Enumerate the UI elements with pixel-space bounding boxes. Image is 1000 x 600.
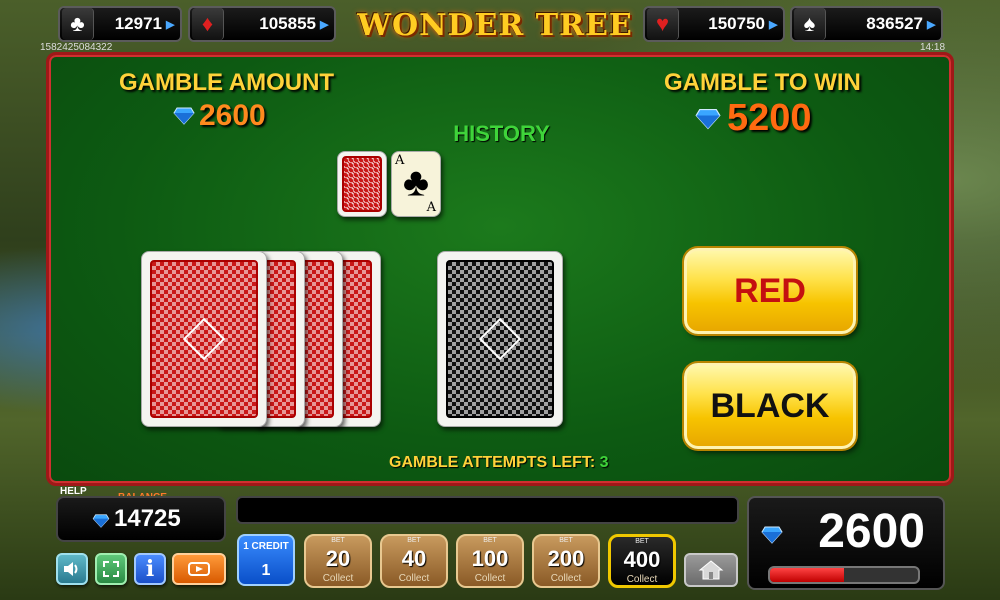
bet-button-400[interactable]: BET 400 Collect — [608, 534, 676, 588]
bet-value: 200 — [547, 546, 585, 571]
autoplay-button[interactable] — [172, 553, 226, 585]
info-icon: i — [145, 556, 155, 582]
win-value: 2600 — [818, 505, 925, 558]
black-button[interactable]: BLACK — [684, 363, 856, 449]
red-button[interactable]: RED — [684, 248, 856, 334]
collect-label: Collect — [322, 573, 354, 584]
credit-value: 1 — [261, 562, 271, 579]
home-button[interactable] — [684, 553, 738, 587]
balance-value: 14725 — [114, 505, 181, 532]
gamble-panel: GAMBLE AMOUNT 2600 GAMBLE TO WIN 5200 HI… — [46, 52, 954, 486]
hearts-icon: ♥ — [647, 8, 679, 40]
bet-tag: BET — [331, 537, 345, 544]
jackpot-hearts: ♥ 150750 ▶ — [643, 6, 785, 42]
arrow-icon: ▶ — [320, 18, 329, 31]
bet-tag: BET — [635, 538, 649, 545]
bet-tag: BET — [559, 537, 573, 544]
arrow-icon: ▶ — [166, 18, 175, 31]
fullscreen-icon — [103, 561, 119, 577]
bet-button-20[interactable]: BET 20 Collect — [304, 534, 372, 588]
fullscreen-button[interactable] — [95, 553, 127, 585]
diamonds-icon: ♦ — [192, 8, 224, 40]
attempts-value: 3 — [599, 454, 609, 471]
message-bar — [236, 496, 739, 524]
history-card-back — [337, 151, 387, 217]
sound-icon — [64, 562, 78, 576]
history-card-ace-clubs: A ♣ A — [391, 151, 441, 217]
home-icon — [698, 560, 724, 580]
current-card — [437, 251, 563, 427]
diamond-icon — [695, 108, 721, 130]
credit-button[interactable]: 1 CREDIT 1 — [237, 534, 295, 586]
gamble-attempts: GAMBLE ATTEMPTS LEFT: 3 — [389, 454, 639, 472]
clubs-icon: ♣ — [402, 160, 430, 205]
game-logo: WONDER TREE — [357, 7, 633, 43]
gamble-amount-label: GAMBLE AMOUNT — [119, 69, 335, 96]
jackpot-diamonds: ♦ 105855 ▶ — [188, 6, 336, 42]
bet-button-200[interactable]: BET 200 Collect — [532, 534, 600, 588]
sound-button[interactable] — [56, 553, 88, 585]
attempts-label: GAMBLE ATTEMPTS LEFT: — [389, 454, 596, 471]
arrow-icon: ▶ — [927, 18, 936, 31]
diamond-icon — [761, 526, 783, 544]
win-progress-bar — [768, 566, 920, 584]
collect-label: Collect — [626, 574, 658, 585]
deck-card — [141, 251, 267, 427]
jackpot-amount: 105855 — [259, 14, 316, 33]
info-button[interactable]: i — [134, 553, 166, 585]
card-rank: A — [426, 200, 436, 215]
bet-button-100[interactable]: BET 100 Collect — [456, 534, 524, 588]
gamble-to-win-value: 5200 — [727, 97, 812, 139]
history-label: HISTORY — [453, 121, 550, 146]
bet-value: 400 — [623, 547, 661, 572]
gamble-amount-value: 2600 — [199, 99, 266, 132]
diamond-icon — [173, 107, 195, 125]
bet-value: 40 — [401, 546, 427, 571]
autoplay-icon — [188, 562, 210, 576]
bet-value: 20 — [325, 546, 351, 571]
credit-label: 1 CREDIT — [243, 541, 289, 552]
jackpot-amount: 150750 — [708, 14, 765, 33]
bet-button-40[interactable]: BET 40 Collect — [380, 534, 448, 588]
bet-value: 100 — [471, 546, 509, 571]
collect-label: Collect — [474, 573, 506, 584]
win-progress-fill — [770, 568, 844, 582]
bet-tag: BET — [483, 537, 497, 544]
jackpot-amount: 836527 — [866, 14, 923, 33]
jackpot-clubs: ♣ 12971 ▶ — [58, 6, 182, 42]
clubs-icon: ♣ — [62, 8, 94, 40]
spades-icon: ♠ — [794, 8, 826, 40]
arrow-icon: ▶ — [769, 18, 778, 31]
collect-label: Collect — [398, 573, 430, 584]
diamond-icon — [92, 514, 110, 528]
balance-display: 14725 — [56, 496, 226, 542]
gamble-to-win-label: GAMBLE TO WIN — [664, 69, 861, 96]
jackpot-spades: ♠ 836527 ▶ — [790, 6, 943, 42]
collect-label: Collect — [550, 573, 582, 584]
bet-tag: BET — [407, 537, 421, 544]
jackpot-amount: 12971 — [114, 14, 162, 33]
